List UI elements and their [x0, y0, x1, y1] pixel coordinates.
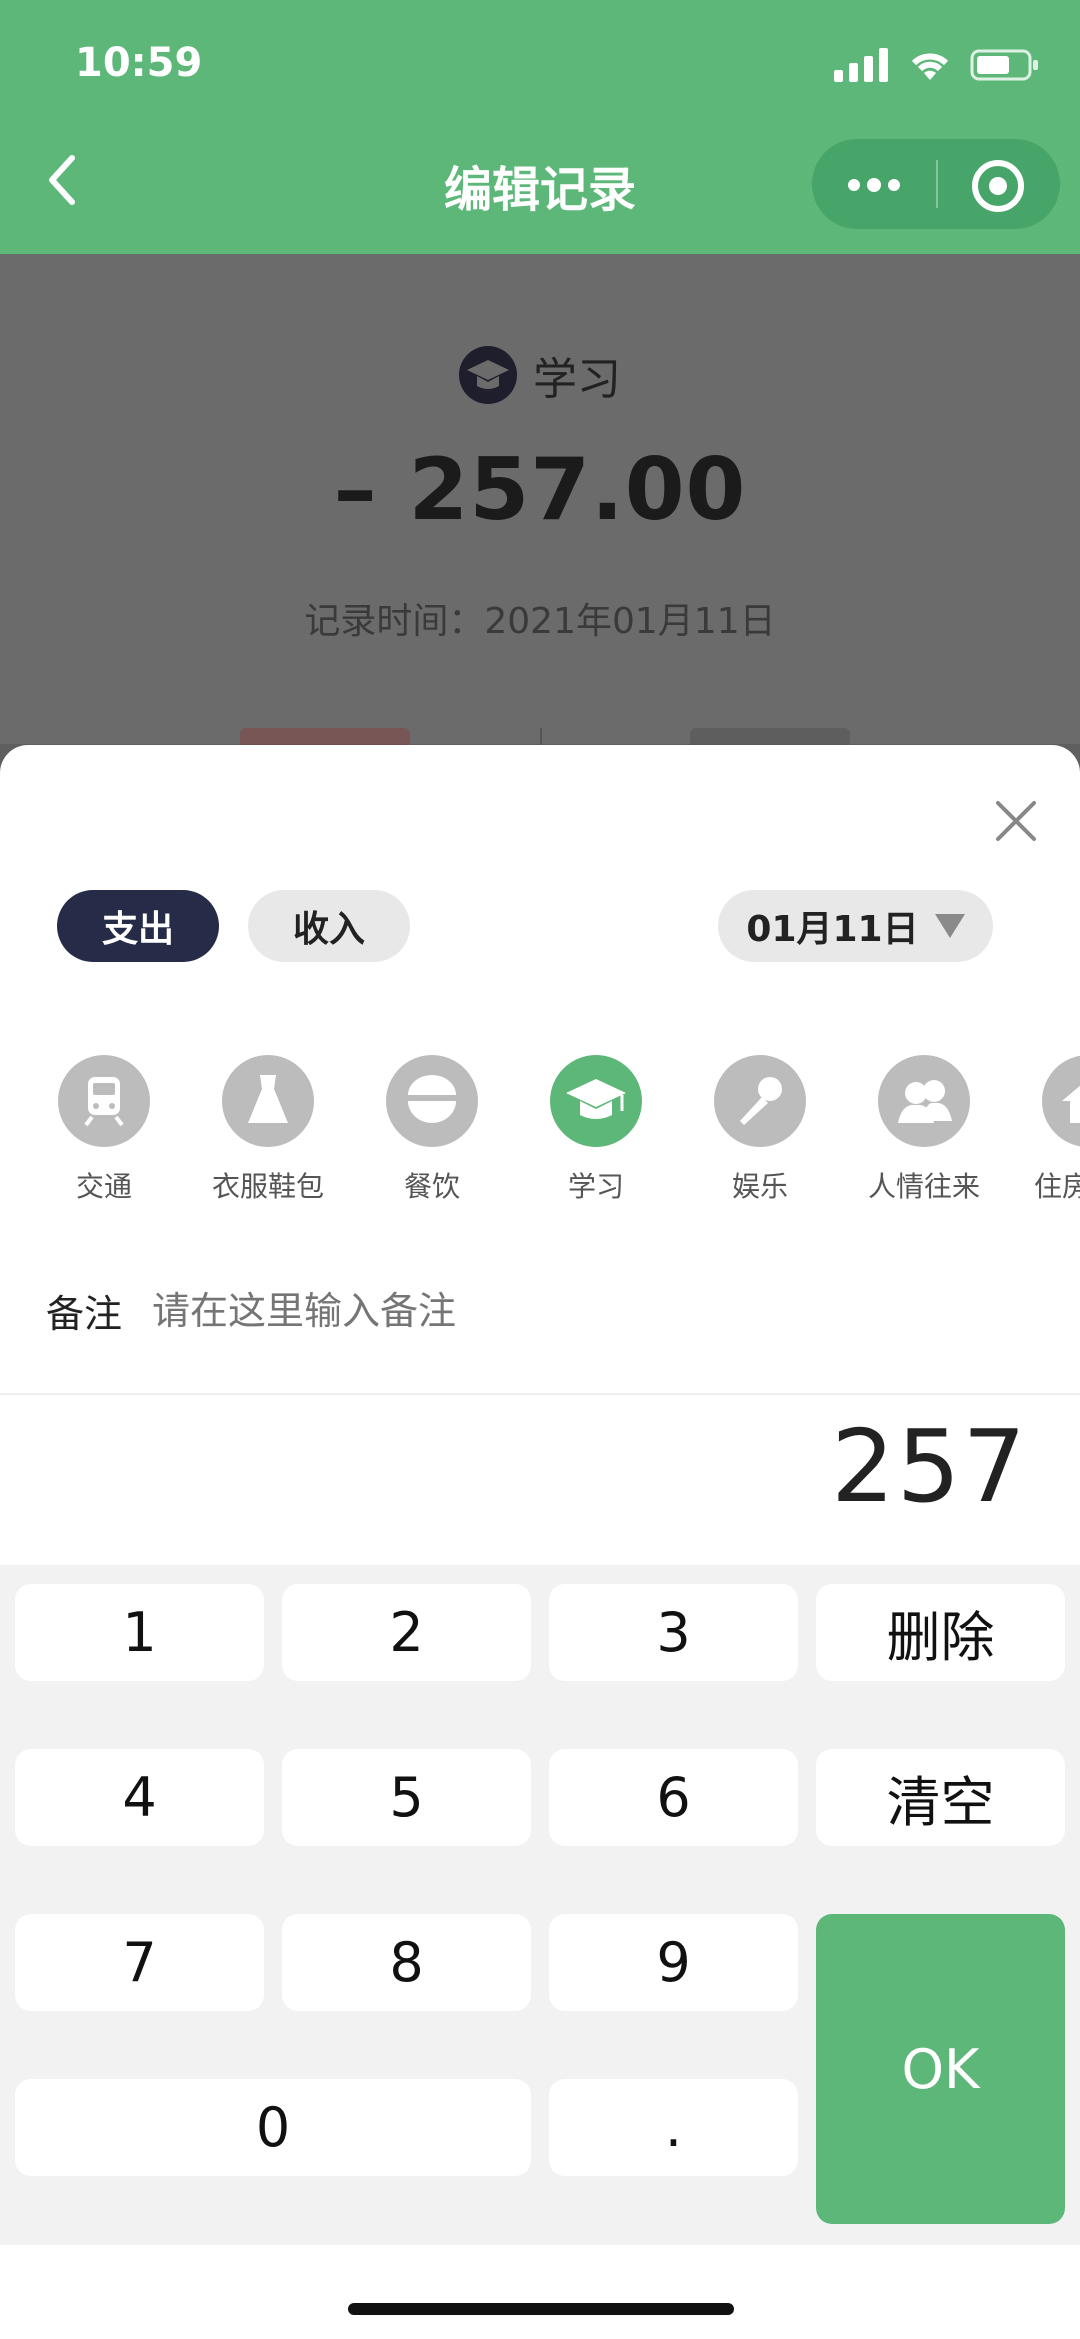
category-label: 餐饮 — [403, 1170, 460, 1203]
key-7[interactable]: 7 — [15, 1914, 264, 2011]
key-6[interactable]: 6 — [549, 1749, 798, 1846]
category-item-housing[interactable]: 住房 — [1006, 1055, 1080, 1205]
delete-button[interactable]: 删除 — [816, 1584, 1065, 1681]
train-icon — [58, 1055, 150, 1147]
signal-icon — [834, 48, 888, 82]
category-row[interactable]: 交通 衣服鞋包 餐饮 学习 娱乐 人情往来 住房 — [0, 1055, 1080, 1215]
category-item-clothes[interactable]: 衣服鞋包 — [186, 1055, 350, 1205]
category-item-study[interactable]: 学习 — [514, 1055, 678, 1205]
status-time: 10:59 — [75, 40, 203, 86]
dropdown-triangle-icon — [934, 914, 965, 938]
clear-button[interactable]: 清空 — [816, 1749, 1065, 1846]
note-input[interactable] — [150, 1287, 855, 1334]
home-indicator-area — [0, 2245, 1080, 2339]
more-dots-icon[interactable] — [846, 168, 902, 202]
people-icon — [878, 1055, 970, 1147]
microphone-icon — [714, 1055, 806, 1147]
note-row: 备注 — [46, 1283, 855, 1338]
record-amount: – 257.00 — [333, 440, 747, 540]
graduation-cap-icon — [459, 346, 517, 404]
record-time: 记录时间：2021年01月11日 — [304, 601, 776, 642]
key-9[interactable]: 9 — [549, 1914, 798, 2011]
key-3[interactable]: 3 — [549, 1584, 798, 1681]
category-label: 交通 — [75, 1170, 132, 1203]
date-value: 01月11日 — [746, 909, 919, 950]
record-category: 学习 — [0, 343, 1080, 407]
wifi-icon — [911, 53, 949, 80]
category-item-entertainment[interactable]: 娱乐 — [678, 1055, 842, 1205]
record-category-label: 学习 — [533, 354, 621, 405]
keypad: 1 2 3 删除 4 5 6 清空 7 8 9 OK 0 . — [0, 1565, 1080, 2245]
bowl-icon — [386, 1055, 478, 1147]
category-item-traffic[interactable]: 交通 — [22, 1055, 186, 1205]
key-2[interactable]: 2 — [282, 1584, 531, 1681]
tab-income[interactable]: 收入 — [248, 890, 410, 962]
capsule-divider — [936, 160, 938, 208]
target-icon[interactable] — [970, 158, 1026, 214]
category-item-social[interactable]: 人情往来 — [842, 1055, 1006, 1205]
category-label: 住房 — [1034, 1170, 1080, 1203]
category-label: 娱乐 — [731, 1170, 788, 1203]
tab-expense[interactable]: 支出 — [57, 890, 219, 962]
key-0[interactable]: 0 — [15, 2079, 531, 2176]
category-item-dining[interactable]: 餐饮 — [350, 1055, 514, 1205]
house-icon — [1042, 1055, 1080, 1147]
category-label: 衣服鞋包 — [211, 1170, 324, 1203]
dress-icon — [222, 1055, 314, 1147]
amount-display-value: 257 — [831, 1408, 1028, 1525]
key-5[interactable]: 5 — [282, 1749, 531, 1846]
key-dot[interactable]: . — [549, 2079, 798, 2176]
category-label: 人情往来 — [867, 1170, 980, 1203]
note-label: 备注 — [46, 1292, 123, 1336]
close-icon[interactable] — [990, 795, 1042, 847]
key-4[interactable]: 4 — [15, 1749, 264, 1846]
ok-button[interactable]: OK — [816, 1914, 1065, 2224]
graduation-cap-icon — [550, 1055, 642, 1147]
key-1[interactable]: 1 — [15, 1584, 264, 1681]
battery-icon — [970, 49, 1038, 81]
home-indicator[interactable] — [348, 2303, 734, 2315]
category-label: 学习 — [567, 1170, 624, 1203]
key-8[interactable]: 8 — [282, 1914, 531, 2011]
status-icons — [834, 48, 1040, 82]
date-picker[interactable]: 01月11日 — [718, 890, 993, 962]
